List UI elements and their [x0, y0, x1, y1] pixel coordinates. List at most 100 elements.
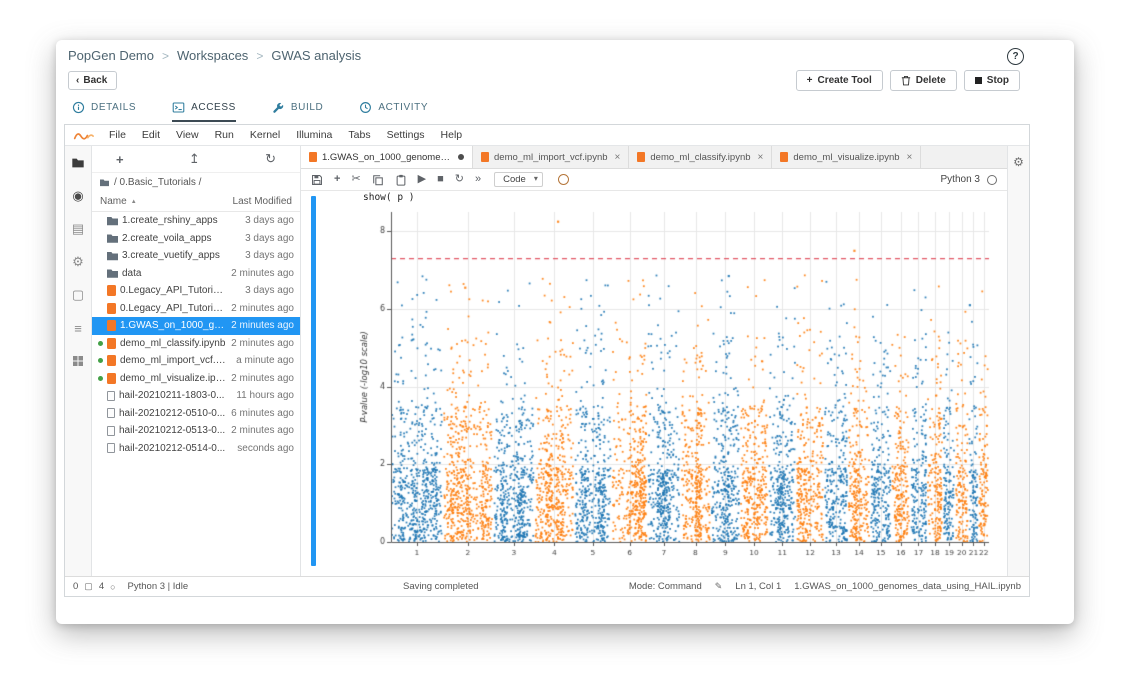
menu-kernel[interactable]: Kernel [242, 129, 288, 141]
delete-button[interactable]: Delete [890, 70, 957, 91]
running-indicator [98, 376, 103, 381]
kernels-count[interactable]: 4 [99, 581, 104, 592]
kernel-status-text[interactable]: Python 3 | Idle [128, 581, 189, 592]
run-cell-icon[interactable]: ▶ [418, 174, 426, 185]
notebook-tab[interactable]: 1.GWAS_on_1000_genomes... [301, 146, 473, 168]
tab-details[interactable]: DETAILS [72, 98, 136, 122]
notebook-tab[interactable]: demo_ml_import_vcf.ipynb× [473, 146, 629, 168]
wrench-icon [272, 101, 285, 114]
active-cell-collapser[interactable] [311, 196, 316, 566]
stop-kernel-icon[interactable]: ■ [437, 174, 444, 185]
close-tab-icon[interactable]: × [615, 152, 621, 163]
menu-settings[interactable]: Settings [379, 129, 433, 141]
refresh-icon[interactable]: ↻ [265, 151, 276, 167]
run-all-icon[interactable]: » [475, 174, 479, 185]
cell-type-dropdown[interactable]: Code [494, 172, 543, 187]
file-row[interactable]: demo_ml_import_vcf.ip... a minute ago [92, 352, 300, 370]
status-bar: 0 ▢ 4 ○ Python 3 | Idle Saving completed… [65, 576, 1029, 596]
kernel-name[interactable]: Python 3 [941, 174, 980, 185]
file-row[interactable]: hail-20210212-0510-0...6 minutes ago [92, 405, 300, 423]
file-row[interactable]: 1.create_rshiny_apps3 days ago [92, 212, 300, 230]
file-row[interactable]: demo_ml_classify.ipynb2 minutes ago [92, 335, 300, 353]
table-of-contents-icon[interactable]: ≡ [69, 319, 87, 337]
file-modified: 2 minutes ago [230, 320, 294, 331]
tab-build[interactable]: BUILD [272, 98, 323, 122]
close-tab-icon[interactable]: × [907, 152, 913, 163]
cursor-position[interactable]: Ln 1, Col 1 [735, 581, 781, 592]
menu-illumina[interactable]: Illumina [288, 129, 340, 141]
mode-indicator[interactable]: Mode: Command [629, 581, 702, 592]
kernel-status-icon[interactable] [987, 175, 997, 185]
column-name[interactable]: Name ▲ [100, 196, 218, 207]
stop-button[interactable]: Stop [964, 70, 1020, 91]
file-list-header: Name ▲ Last Modified [92, 192, 300, 212]
file-name: 0.Legacy_API_Tutorial_... [120, 285, 226, 296]
file-row[interactable]: 0.Legacy_API_Tutorial_... 2 minutes ago [92, 300, 300, 318]
cut-cell-icon[interactable]: ✂ [351, 174, 360, 185]
notebook-tab[interactable]: demo_ml_visualize.ipynb× [772, 146, 921, 168]
create-tool-button[interactable]: + Create Tool [796, 70, 883, 91]
open-tabs-icon[interactable]: ▢ [69, 286, 87, 304]
column-last-modified[interactable]: Last Modified [218, 196, 292, 207]
file-row[interactable]: 0.Legacy_API_Tutorial_...3 days ago [92, 282, 300, 300]
tab-access[interactable]: ACCESS [172, 98, 236, 122]
insert-cell-icon[interactable]: + [334, 174, 340, 185]
copy-cell-icon[interactable] [372, 174, 384, 186]
paste-cell-icon[interactable] [395, 174, 407, 186]
file-row[interactable]: 2.create_voila_apps3 days ago [92, 230, 300, 248]
file-name: 0.Legacy_API_Tutorial_... [120, 303, 226, 314]
unsaved-indicator[interactable] [458, 154, 464, 160]
new-launcher-icon[interactable]: + [116, 152, 124, 167]
settings-gear-icon[interactable]: ⚙ [1010, 153, 1028, 171]
menu-help[interactable]: Help [433, 129, 471, 141]
notebook-icon [481, 152, 489, 162]
cell-code[interactable]: show( p ) [363, 192, 414, 203]
notebook-tab[interactable]: demo_ml_classify.ipynb× [629, 146, 772, 168]
breadcrumb-item[interactable]: PopGen Demo [68, 48, 154, 63]
menu-edit[interactable]: Edit [134, 129, 168, 141]
menu-view[interactable]: View [168, 129, 207, 141]
property-inspector-icon[interactable]: ⚙ [69, 253, 87, 271]
file-browser-breadcrumb[interactable]: / 0.Basic_Tutorials / [92, 173, 300, 192]
file-row[interactable]: demo_ml_visualize.ipynb2 minutes ago [92, 370, 300, 388]
upload-icon[interactable]: ↥ [189, 151, 200, 167]
menu-tabs[interactable]: Tabs [340, 129, 378, 141]
file-row[interactable]: hail-20210211-1803-0...11 hours ago [92, 387, 300, 405]
file-modified: a minute ago [230, 355, 294, 366]
file-browser-icon[interactable] [69, 154, 87, 172]
running-indicator-slot [98, 306, 103, 311]
running-indicator-slot [98, 288, 103, 293]
running-sessions-icon[interactable]: ◉ [69, 187, 87, 205]
file-row[interactable]: 3.create_vuetify_apps3 days ago [92, 247, 300, 265]
running-indicator-slot [98, 428, 103, 433]
file-name: hail-20210212-0510-0... [119, 408, 226, 419]
terminals-count[interactable]: 0 [73, 581, 78, 592]
breadcrumb-item[interactable]: Workspaces [177, 48, 248, 63]
running-indicator-slot [98, 393, 103, 398]
file-icon [107, 391, 115, 401]
breadcrumb: PopGen Demo>Workspaces>GWAS analysis [68, 48, 361, 63]
tab-activity[interactable]: ACTIVITY [359, 98, 428, 122]
file-modified: 2 minutes ago [230, 303, 294, 314]
tab-activity-label: ACTIVITY [378, 102, 428, 113]
save-icon[interactable] [311, 174, 323, 186]
back-button[interactable]: ‹ Back [68, 71, 117, 90]
file-row[interactable]: hail-20210212-0513-0...2 minutes ago [92, 422, 300, 440]
tab-details-label: DETAILS [91, 102, 136, 113]
file-icon [107, 426, 115, 436]
file-row[interactable]: hail-20210212-0514-0...seconds ago [92, 440, 300, 458]
notebook-icon [309, 152, 317, 162]
extension-manager-icon[interactable] [69, 352, 87, 370]
help-icon[interactable]: ? [1007, 48, 1024, 65]
file-modified: 11 hours ago [230, 390, 294, 401]
notebook-icon [107, 338, 116, 349]
menu-run[interactable]: Run [207, 129, 242, 141]
command-palette-icon[interactable]: ▤ [69, 220, 87, 238]
file-name: demo_ml_import_vcf.ip... [120, 355, 226, 366]
restart-kernel-icon[interactable]: ↻ [455, 174, 464, 185]
close-tab-icon[interactable]: × [758, 152, 764, 163]
menu-file[interactable]: File [101, 129, 134, 141]
file-modified: 2 minutes ago [230, 268, 294, 279]
file-row[interactable]: data2 minutes ago [92, 265, 300, 283]
file-row[interactable]: 1.GWAS_on_1000_geno...2 minutes ago [92, 317, 300, 335]
